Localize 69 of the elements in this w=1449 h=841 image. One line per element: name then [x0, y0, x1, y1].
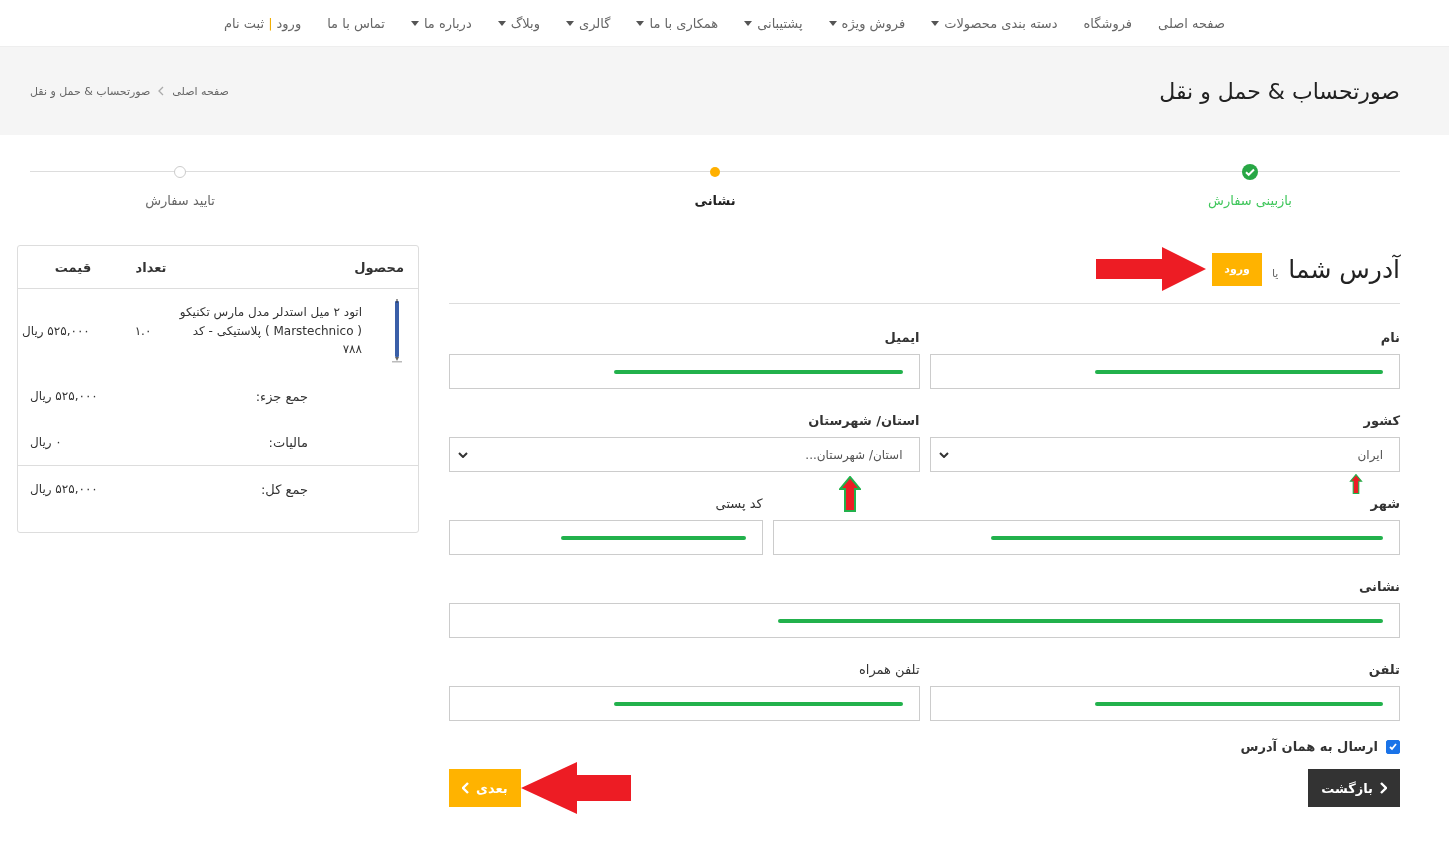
nav-link[interactable]: درباره ما — [410, 15, 472, 31]
nav-link[interactable]: فروشگاه — [1083, 15, 1133, 31]
chevron-down-icon — [458, 451, 468, 458]
nav-link[interactable]: پشتیبانی — [744, 15, 803, 31]
nav-link[interactable]: صفحه اصلی — [1158, 15, 1225, 31]
field-label: نام — [1379, 330, 1400, 345]
nav-link[interactable]: همکاری با ما — [636, 15, 719, 31]
price: ۵۲۵,۰۰۰ ریال — [22, 324, 91, 338]
caret-icon — [566, 20, 574, 26]
back-button[interactable]: بازگشت — [1308, 769, 1400, 807]
input-field[interactable] — [449, 686, 920, 721]
field-label: نشانی — [1357, 579, 1400, 594]
field-label: شهر — [1369, 496, 1400, 511]
step-label: تایید سفارش — [145, 193, 215, 208]
tax-label: مالیات: — [268, 434, 308, 450]
quantity: ۱.۰ — [133, 324, 153, 338]
subtotal-label: جمع جزء: — [255, 388, 308, 404]
register-link[interactable]: ثبت نام — [224, 15, 265, 31]
caret-icon — [744, 20, 753, 26]
chevron-icon — [158, 86, 165, 96]
field-label: ایمیل — [883, 330, 920, 345]
column-header: تعداد — [134, 259, 168, 275]
pencil-icon — [392, 299, 402, 363]
tax-value: ۰ ریال — [30, 435, 62, 449]
nav-link[interactable]: گالری — [566, 15, 611, 31]
nav-link[interactable]: فروش ویژه — [828, 15, 906, 31]
chevron-icon — [462, 782, 470, 794]
caret-icon — [828, 20, 837, 26]
input-field[interactable] — [929, 686, 1400, 721]
subtotal-value: ۵۲۵,۰۰۰ ریال — [30, 389, 98, 403]
caret-icon — [931, 20, 940, 26]
nav-link[interactable]: تماس با ما — [327, 15, 385, 31]
checkbox[interactable] — [1386, 739, 1400, 754]
breadcrumb-link[interactable]: صفحه اصلی — [172, 84, 229, 98]
nav-link[interactable]: وبلاگ — [497, 15, 540, 31]
field-label: تلفن — [1367, 662, 1400, 677]
column-header: محصول — [353, 259, 404, 275]
step-label: بازبینی سفارش — [1208, 193, 1292, 208]
chevron-down-icon — [938, 451, 949, 458]
page-title: صورتحساب & حمل و نقل — [1159, 78, 1400, 104]
nav-link[interactable]: دسته بندی محصولات — [931, 15, 1058, 31]
arrow-annotation-icon — [1349, 474, 1363, 494]
field-label: تلفن همراه — [858, 662, 920, 677]
arrow-annotation-icon — [838, 476, 861, 512]
login-link[interactable]: ورود — [276, 15, 302, 31]
input-field[interactable] — [449, 603, 1400, 638]
caret-icon — [636, 20, 645, 26]
breadcrumb-text: صورتحساب & حمل و نقل — [30, 84, 151, 98]
caret-icon — [497, 20, 506, 26]
chevron-icon — [1379, 782, 1387, 794]
arrow-annotation-icon — [1096, 247, 1207, 291]
field-label: کد پستی — [714, 496, 763, 511]
product-name: اتود ۲ میل استدلر مدل مارس تکنیکو ( Marstechnico ) پلاستیکی - کد ۷۸۸ — [178, 304, 362, 359]
input-field[interactable] — [929, 354, 1400, 389]
section-title: آدرس شما — [1288, 254, 1400, 284]
step-label: نشانی — [694, 193, 736, 208]
column-header: قیمت — [53, 259, 93, 275]
total-value: ۵۲۵,۰۰۰ ریال — [30, 482, 98, 496]
input-field[interactable] — [449, 354, 920, 389]
checkbox-label: ارسال به همان آدرس — [1240, 739, 1378, 754]
field-label: استان/ شهرستان — [807, 413, 920, 428]
field-label: کشور — [1362, 413, 1400, 428]
input-field[interactable] — [772, 520, 1400, 555]
or-text: یا — [1271, 266, 1279, 280]
input-field[interactable] — [449, 520, 763, 555]
separator: | — [268, 15, 273, 31]
arrow-annotation-icon — [520, 762, 631, 814]
caret-icon — [410, 20, 419, 26]
total-label: جمع کل: — [260, 481, 308, 497]
